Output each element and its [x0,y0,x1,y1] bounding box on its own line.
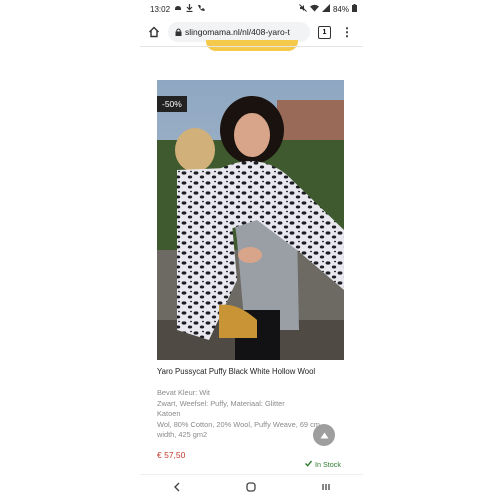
nav-home-icon[interactable] [245,479,256,497]
phone-screen: 13:02 84% slingomama.nl/nl/408-yaro-t 1 … [140,0,363,500]
description-line: Zwart, Weefsel: Puffy, Materiaal: Glitte… [157,398,285,408]
system-nav-bar [140,474,363,500]
lock-icon [175,28,182,36]
status-bar: 13:02 84% [140,0,363,18]
alarm-icon [174,4,182,14]
wifi-icon [309,4,319,14]
arrow-up-icon [320,426,329,444]
download-icon [186,4,193,14]
header-divider [140,46,363,47]
product-image[interactable]: -50% [157,80,344,360]
status-left: 13:02 [140,4,205,14]
mute-icon [299,4,307,14]
signal-icon [321,4,330,14]
status-right: 84% [299,4,363,14]
stock-label: In Stock [315,460,341,469]
check-icon [305,460,313,469]
url-text: slingomama.nl/nl/408-yaro-t [185,27,290,37]
home-icon[interactable] [144,22,164,42]
back-icon[interactable] [173,479,181,497]
battery-icon [352,4,357,14]
recents-icon[interactable] [321,479,331,497]
phone-icon [197,4,205,14]
url-bar[interactable]: slingomama.nl/nl/408-yaro-t [168,22,310,42]
scroll-to-top-button[interactable] [313,424,335,446]
description-line: Katoen [157,409,181,418]
discount-badge: -50% [157,96,187,112]
tab-count-button[interactable]: 1 [318,25,331,39]
menu-dots-icon[interactable]: ⋮ [341,26,353,38]
product-title[interactable]: Yaro Pussycat Puffy Black White Hollow W… [157,367,315,376]
product-price: € 57,50 [157,450,186,460]
stock-status: In Stock [305,460,341,469]
status-time: 13:02 [150,4,171,14]
status-battery: 84% [332,4,349,14]
description-line: Bevat Kleur: Wit [157,388,210,397]
